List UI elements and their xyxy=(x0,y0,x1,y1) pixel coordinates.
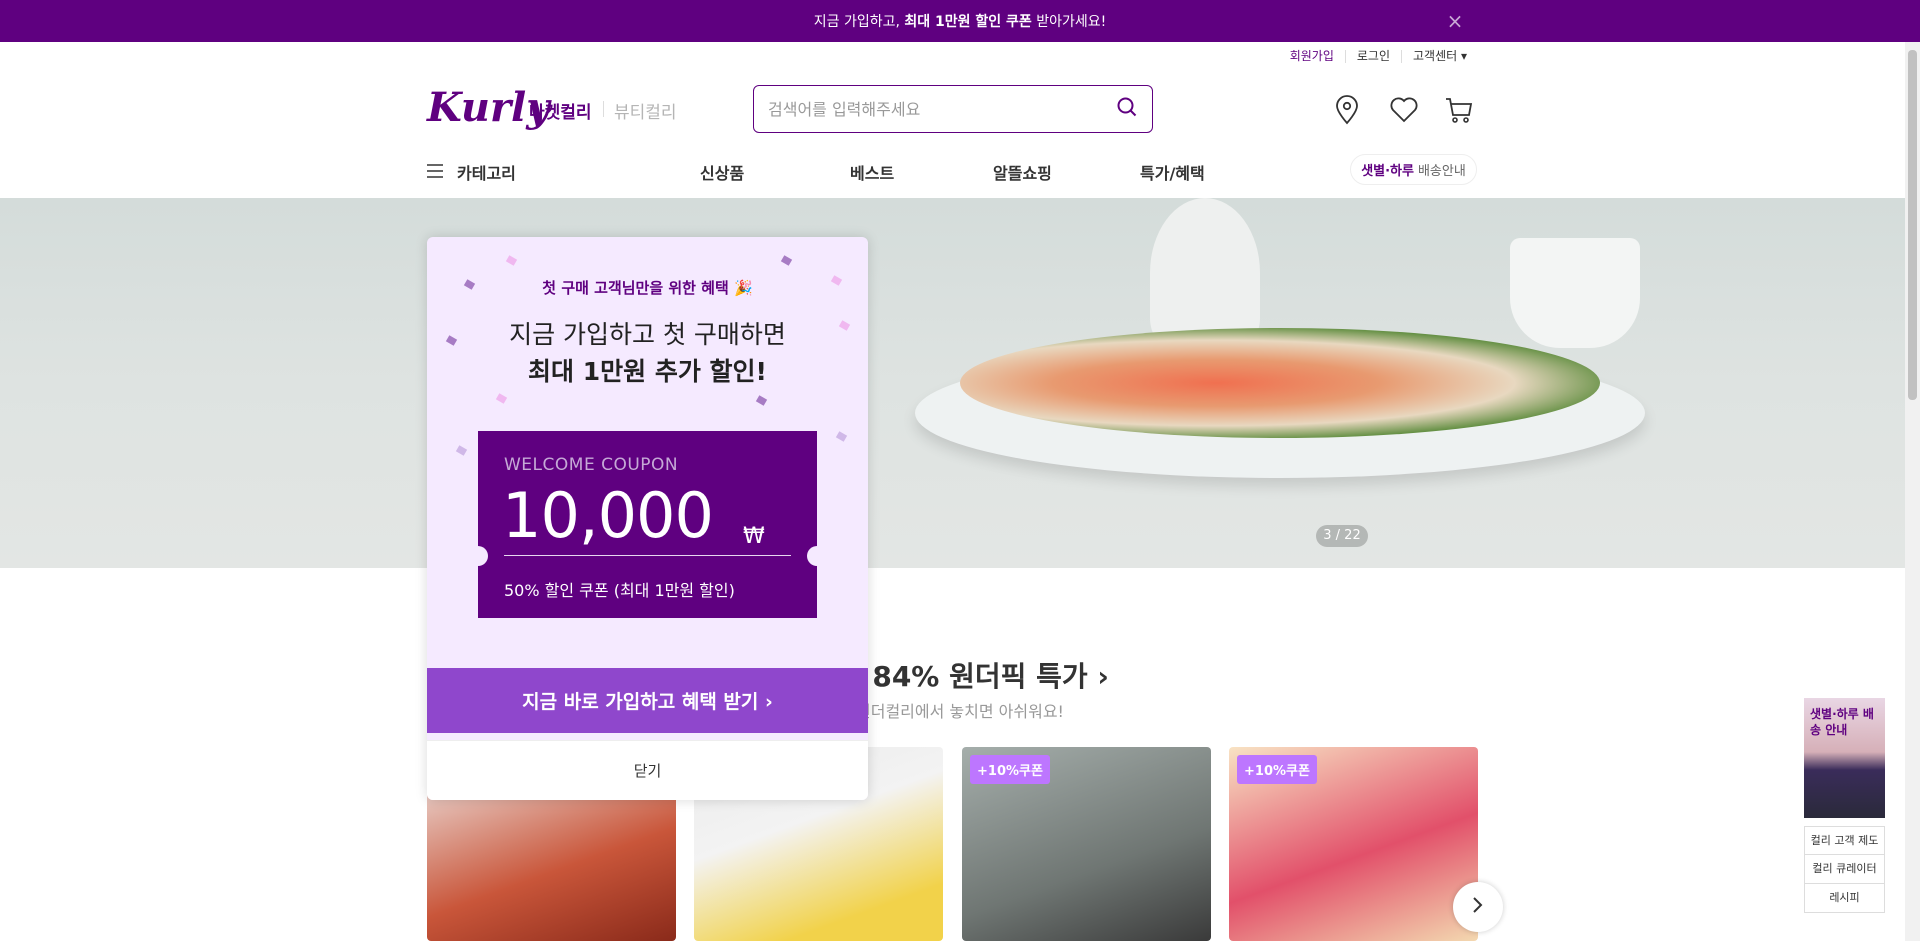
chevron-right-icon xyxy=(1472,896,1484,918)
top-promo-banner[interactable]: 지금 가입하고, 최대 1만원 할인 쿠폰 받아가세요! xyxy=(0,0,1920,42)
side-link-recipe[interactable]: 레시피 xyxy=(1804,884,1885,913)
beauty-kurly-tab[interactable]: 뷰티컬리 xyxy=(614,98,677,123)
main-nav: 카테고리 신상품 베스트 알뜰쇼핑 특가/혜택 xyxy=(0,150,1905,198)
divider xyxy=(603,101,604,117)
search-box xyxy=(753,85,1153,133)
promo-text-suffix: 받아가세요! xyxy=(1036,14,1107,30)
coupon-badge: +10%쿠폰 xyxy=(970,755,1050,784)
promo-text-prefix: 지금 가입하고, xyxy=(813,14,900,30)
banner-food-image xyxy=(960,328,1600,438)
hamburger-icon xyxy=(427,163,443,182)
confetti-decoration xyxy=(495,393,508,404)
delivery-bold: 샛별·하루 xyxy=(1361,164,1414,179)
coupon-notch xyxy=(807,546,827,566)
coupon-divider xyxy=(504,555,791,556)
user-links: 회원가입 로그인 고객센터 ▾ xyxy=(1279,50,1478,63)
popup-eyebrow: 첫 구매 고객님만을 위한 혜택 🎉 xyxy=(542,279,753,297)
side-link-curator[interactable]: 컬리 큐레이터 xyxy=(1804,855,1885,884)
banner-cup-image xyxy=(1510,238,1640,348)
heart-icon[interactable] xyxy=(1386,92,1422,128)
signup-benefit-button[interactable]: 지금 바로 가입하고 혜택 받기 › xyxy=(427,668,868,733)
popup-close-button[interactable]: 닫기 xyxy=(427,740,868,800)
coupon-badge: +10%쿠폰 xyxy=(1237,755,1317,784)
coupon-ticket: WELCOME COUPON 10,000 ₩ 50% 할인 쿠폰 (최대 1만… xyxy=(468,431,827,618)
popup-headline-bold: 최대 1만원 추가 할인! xyxy=(528,357,767,386)
carousel-next-button[interactable] xyxy=(1453,882,1503,932)
customer-center-link[interactable]: 고객센터 ▾ xyxy=(1401,50,1478,63)
nav-best[interactable]: 베스트 xyxy=(850,160,894,184)
main-banner[interactable] xyxy=(0,198,1905,568)
close-icon[interactable]: × xyxy=(1444,10,1466,32)
product-card[interactable]: +10%쿠폰 xyxy=(1229,747,1478,941)
signup-link[interactable]: 회원가입 xyxy=(1279,50,1345,63)
coupon-notch xyxy=(468,546,488,566)
banner-vase-image xyxy=(1150,198,1260,348)
coupon-title: WELCOME COUPON xyxy=(504,455,679,475)
product-card[interactable]: +10%쿠폰 xyxy=(962,747,1211,941)
confetti-decoration xyxy=(755,395,768,406)
won-icon: ₩ xyxy=(743,524,765,549)
section-subtitle: 원더컬리에서 놓치면 아쉬워요! xyxy=(856,702,1064,721)
scrollbar-thumb[interactable] xyxy=(1908,50,1917,400)
confetti-decoration xyxy=(505,255,518,266)
category-menu[interactable]: 카테고리 xyxy=(427,160,516,184)
side-widget: 샛별·하루 배송 안내 컬리 고객 제도 컬리 큐레이터 레시피 xyxy=(1804,698,1885,913)
category-label: 카테고리 xyxy=(457,164,516,183)
search-icon[interactable] xyxy=(1116,96,1138,122)
login-link[interactable]: 로그인 xyxy=(1344,50,1401,63)
coupon-description: 50% 할인 쿠폰 (최대 1만원 할인) xyxy=(504,581,735,600)
cart-icon[interactable] xyxy=(1441,92,1477,128)
banner-counter: 3 / 22 xyxy=(1316,525,1368,547)
delivery-info-button[interactable]: 샛별·하루 배송안내 xyxy=(1350,154,1477,185)
popup-headline: 지금 가입하고 첫 구매하면 xyxy=(509,320,786,349)
side-link-customer-program[interactable]: 컬리 고객 제도 xyxy=(1804,826,1885,855)
confetti-decoration xyxy=(780,255,793,266)
market-kurly-tab[interactable]: 마켓컬리 xyxy=(529,98,592,123)
nav-new-products[interactable]: 신상품 xyxy=(700,160,744,184)
location-icon[interactable] xyxy=(1329,92,1365,128)
search-input[interactable] xyxy=(768,99,1116,119)
confetti-decoration xyxy=(455,445,468,456)
nav-special-deals[interactable]: 특가/혜택 xyxy=(1140,160,1205,184)
delivery-text: 배송안내 xyxy=(1417,164,1466,179)
welcome-coupon-popup: 첫 구매 고객님만을 위한 혜택 🎉 지금 가입하고 첫 구매하면 최대 1만원… xyxy=(427,237,868,800)
section-title[interactable]: 최대 84% 원더픽 특가 › xyxy=(0,655,1920,695)
coupon-amount: 10,000 xyxy=(502,479,714,552)
delivery-guide-banner[interactable]: 샛별·하루 배송 안내 xyxy=(1804,698,1885,818)
nav-bargain[interactable]: 알뜰쇼핑 xyxy=(993,160,1052,184)
confetti-decoration xyxy=(835,431,848,442)
promo-text-bold: 최대 1만원 할인 쿠폰 xyxy=(904,14,1032,30)
